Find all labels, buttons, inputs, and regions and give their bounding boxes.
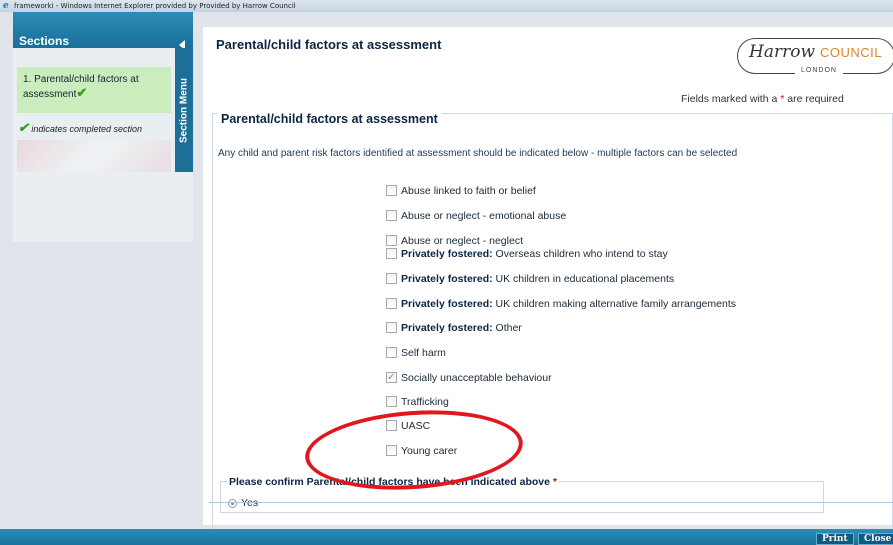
required-asterisk: * bbox=[780, 93, 785, 105]
checkbox[interactable] bbox=[386, 273, 397, 284]
option-label: Trafficking bbox=[401, 396, 449, 408]
checkbox[interactable] bbox=[386, 185, 397, 196]
completed-legend-text: indicates completed section bbox=[31, 124, 142, 134]
confirm-yes-label[interactable]: Yes bbox=[241, 496, 258, 510]
completed-legend: ✔ indicates completed section bbox=[18, 120, 173, 136]
intro-text: Any child and parent risk factors identi… bbox=[218, 148, 738, 159]
footer-bar bbox=[0, 529, 893, 545]
option-label: Abuse or neglect - emotional abuse bbox=[401, 210, 567, 222]
logo-council-text: COUNCIL bbox=[820, 45, 883, 60]
checkmark-icon: ✔ bbox=[18, 120, 29, 135]
checkbox[interactable] bbox=[386, 322, 397, 333]
option-label: Socially unacceptable behaviour bbox=[401, 372, 552, 384]
required-asterisk: * bbox=[552, 476, 557, 488]
confirm-yes-radio[interactable] bbox=[228, 499, 237, 508]
option-label: Abuse linked to faith or belief bbox=[401, 185, 536, 197]
option-label: Privately fostered: UK children making a… bbox=[401, 298, 736, 310]
checkbox[interactable] bbox=[386, 347, 397, 358]
required-note-prefix: Fields marked with a bbox=[681, 93, 778, 105]
option-label: Privately fostered: UK children in educa… bbox=[401, 273, 675, 285]
content-divider bbox=[209, 502, 893, 503]
window-title: frameworki - Windows Internet Explorer p… bbox=[14, 2, 296, 10]
ie-icon: e bbox=[3, 1, 9, 11]
section-menu-tab[interactable]: Section Menu bbox=[175, 48, 193, 172]
required-note-suffix: are required bbox=[787, 93, 844, 105]
fieldset-legend: Parental/child factors at assessment bbox=[217, 111, 442, 127]
option-label: Self harm bbox=[401, 347, 446, 359]
checkmark-icon: ✔ bbox=[76, 85, 88, 100]
sidebar-background-graphic bbox=[17, 140, 171, 172]
option-label: Privately fostered: Overseas children wh… bbox=[401, 248, 668, 260]
logo-script-text: Harrow bbox=[749, 42, 815, 62]
checkbox[interactable] bbox=[386, 298, 397, 309]
page-title: Parental/child factors at assessment bbox=[216, 37, 442, 52]
harrow-council-logo: Harrow COUNCIL LONDON bbox=[735, 36, 893, 80]
checkbox[interactable] bbox=[386, 396, 397, 407]
logo-london-text: LONDON bbox=[795, 67, 843, 74]
option-label: Privately fostered: Other bbox=[401, 322, 522, 334]
checkbox[interactable] bbox=[386, 210, 397, 221]
checkbox[interactable] bbox=[386, 248, 397, 259]
sidebar: Sections Section Menu 1. Parental/child … bbox=[13, 12, 193, 242]
section-menu-label: Section Menu bbox=[178, 77, 190, 143]
checkbox[interactable] bbox=[386, 370, 397, 386]
sidebar-header: Sections bbox=[13, 12, 193, 50]
required-fields-note: Fields marked with a * are required bbox=[681, 93, 844, 105]
sidebar-item-parental-factors[interactable]: 1. Parental/child factors at assessment✔ bbox=[17, 67, 171, 113]
print-button[interactable]: Print bbox=[816, 533, 854, 545]
window-titlebar: e frameworki - Windows Internet Explorer… bbox=[0, 0, 893, 12]
close-button[interactable]: Close bbox=[858, 533, 893, 545]
checkbox[interactable] bbox=[386, 235, 397, 246]
sidebar-title: Sections bbox=[19, 34, 70, 48]
